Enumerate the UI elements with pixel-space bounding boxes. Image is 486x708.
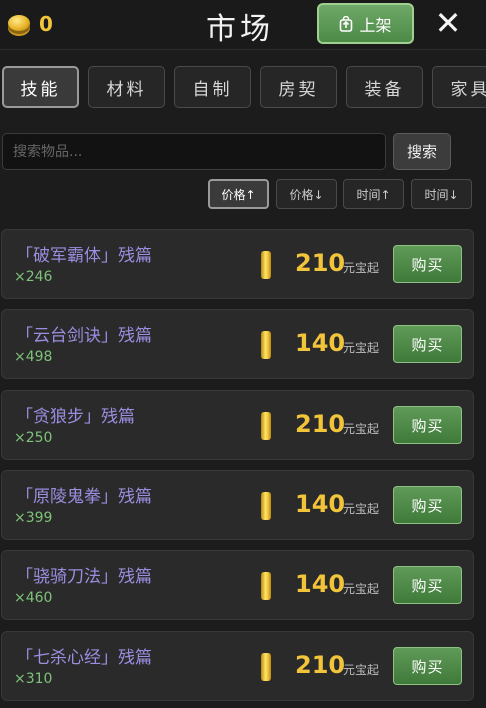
tab-crafted[interactable]: 自制 xyxy=(174,66,251,108)
item-name: 「贪狼步」残篇 xyxy=(16,407,135,427)
sort-label: 价格↑ xyxy=(221,187,256,202)
buy-button[interactable]: 购买 xyxy=(393,566,462,604)
price-unit: 元宝起 xyxy=(343,663,380,677)
list-item: 「贪狼步」残篇 ×250 210 元宝起 购买 xyxy=(1,390,474,460)
buy-button[interactable]: 购买 xyxy=(393,486,462,524)
upload-bag-icon xyxy=(340,15,353,32)
sort-label: 时间↑ xyxy=(356,187,391,202)
tab-skills[interactable]: 技能 xyxy=(2,66,79,108)
tab-label: 房契 xyxy=(278,79,319,100)
gold-ingot-icon xyxy=(261,492,271,520)
category-tabs: 技能 材料 自制 房契 装备 家具 xyxy=(0,66,486,110)
sort-label: 时间↓ xyxy=(424,187,459,202)
tab-label: 自制 xyxy=(192,79,233,100)
page-title: 市场 xyxy=(206,12,274,47)
tab-label: 材料 xyxy=(106,79,147,100)
gold-ingot-icon xyxy=(261,572,271,600)
buy-label: 购买 xyxy=(411,657,444,676)
item-quantity: ×498 xyxy=(14,349,53,365)
item-price: 140 xyxy=(295,490,346,518)
coin-icon xyxy=(8,15,30,31)
tab-deeds[interactable]: 房契 xyxy=(260,66,337,108)
price-unit: 元宝起 xyxy=(343,582,380,596)
sort-time-desc-button[interactable]: 时间↓ xyxy=(411,179,472,209)
gold-ingot-icon xyxy=(261,412,271,440)
list-button-label: 上架 xyxy=(359,15,392,35)
item-price: 140 xyxy=(295,570,346,598)
item-price: 210 xyxy=(295,249,346,277)
item-quantity: ×250 xyxy=(14,430,53,446)
list-item: 「骁骑刀法」残篇 ×460 140 元宝起 购买 xyxy=(1,550,474,620)
list-item: 「七杀心经」残篇 ×310 210 元宝起 购买 xyxy=(1,631,474,701)
price-unit: 元宝起 xyxy=(343,422,380,436)
item-quantity: ×399 xyxy=(14,510,53,526)
item-name: 「原陵鬼拳」残篇 xyxy=(16,487,152,507)
tab-label: 家具 xyxy=(450,79,486,100)
close-button[interactable]: ✕ xyxy=(432,4,464,42)
tab-furniture[interactable]: 家具 xyxy=(432,66,486,108)
price-unit: 元宝起 xyxy=(343,261,380,275)
tab-materials[interactable]: 材料 xyxy=(88,66,165,108)
sort-price-asc-button[interactable]: 价格↑ xyxy=(208,179,269,209)
buy-label: 购买 xyxy=(411,416,444,435)
gold-ingot-icon xyxy=(261,251,271,279)
close-icon: ✕ xyxy=(434,4,462,42)
list-item-button[interactable]: 上架 xyxy=(317,3,414,44)
search-button[interactable]: 搜索 xyxy=(393,133,451,170)
buy-button[interactable]: 购买 xyxy=(393,245,462,283)
tab-label: 装备 xyxy=(364,79,405,100)
sort-time-asc-button[interactable]: 时间↑ xyxy=(343,179,404,209)
item-name: 「骁骑刀法」残篇 xyxy=(16,567,152,587)
buy-button[interactable]: 购买 xyxy=(393,325,462,363)
buy-label: 购买 xyxy=(411,255,444,274)
search-input[interactable] xyxy=(2,133,386,170)
list-item: 「破军霸体」残篇 ×246 210 元宝起 购买 xyxy=(1,229,474,299)
buy-button[interactable]: 购买 xyxy=(393,647,462,685)
tab-label: 技能 xyxy=(20,79,61,100)
buy-label: 购买 xyxy=(411,335,444,354)
item-name: 「破军霸体」残篇 xyxy=(16,246,152,266)
item-price: 210 xyxy=(295,410,346,438)
buy-button[interactable]: 购买 xyxy=(393,406,462,444)
buy-label: 购买 xyxy=(411,496,444,515)
buy-label: 购买 xyxy=(411,576,444,595)
currency-display: 0 xyxy=(8,12,53,36)
sort-label: 价格↓ xyxy=(289,187,324,202)
item-quantity: ×246 xyxy=(14,269,53,285)
tab-equipment[interactable]: 装备 xyxy=(346,66,423,108)
item-price: 210 xyxy=(295,651,346,679)
price-unit: 元宝起 xyxy=(343,341,380,355)
item-price: 140 xyxy=(295,329,346,357)
item-name: 「云台剑诀」残篇 xyxy=(16,326,152,346)
gold-ingot-icon xyxy=(261,653,271,681)
item-name: 「七杀心经」残篇 xyxy=(16,648,152,668)
item-quantity: ×310 xyxy=(14,671,53,687)
currency-count: 0 xyxy=(39,12,53,36)
gold-ingot-icon xyxy=(261,331,271,359)
price-unit: 元宝起 xyxy=(343,502,380,516)
market-header: 0 市场 上架 ✕ xyxy=(0,0,486,50)
list-item: 「云台剑诀」残篇 ×498 140 元宝起 购买 xyxy=(1,309,474,379)
list-item: 「原陵鬼拳」残篇 ×399 140 元宝起 购买 xyxy=(1,470,474,540)
search-button-label: 搜索 xyxy=(406,143,437,161)
item-quantity: ×460 xyxy=(14,590,53,606)
sort-price-desc-button[interactable]: 价格↓ xyxy=(276,179,337,209)
